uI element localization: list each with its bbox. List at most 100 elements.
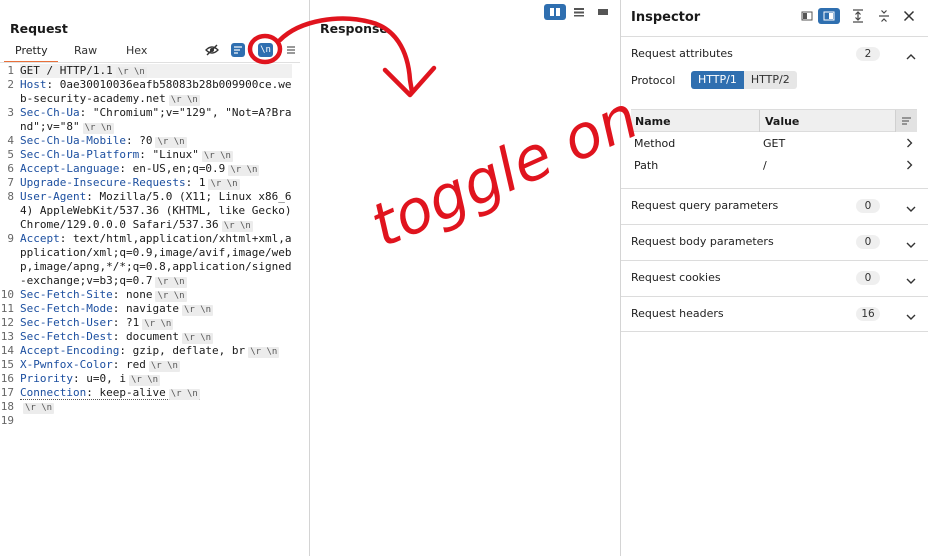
- request-tabs: Pretty Raw Hex: [0, 40, 300, 63]
- crlf-marker: \r \n: [168, 389, 200, 400]
- editor-line[interactable]: 18 \r \n: [0, 400, 308, 414]
- crlf-marker: \r \n: [181, 305, 214, 316]
- chevron-down-icon[interactable]: [906, 238, 916, 252]
- request-query-parameters-section[interactable]: Request query parameters 0: [621, 188, 928, 224]
- line-content: Accept-Language: en-US,en;q=0.9 \r \n: [20, 162, 260, 176]
- editor-line[interactable]: 4 Sec-Ch-Ua-Mobile: ?0 \r \n: [0, 134, 308, 148]
- editor-line[interactable]: 6 Accept-Language: en-US,en;q=0.9 \r \n: [0, 162, 308, 176]
- line-number: 1: [7, 64, 14, 77]
- request-cookies-section[interactable]: Request cookies 0: [621, 260, 928, 296]
- section-count: 16: [856, 307, 880, 321]
- protocol-label: Protocol: [631, 74, 676, 87]
- editor-line[interactable]: 3 Sec-Ch-Ua: "Chromium";v="129", "Not=A?B…: [0, 106, 308, 134]
- line-number: 17: [0, 386, 14, 399]
- section-label[interactable]: Request body parameters: [631, 235, 774, 248]
- editor-line[interactable]: 2 Host: 0ae30010036eafb58083b28b009900ce.…: [0, 78, 308, 106]
- chevron-down-icon[interactable]: [906, 274, 916, 288]
- editor-line[interactable]: 9 Accept: text/html,application/xhtml+xml…: [0, 232, 308, 288]
- section-label[interactable]: Request cookies: [631, 271, 721, 284]
- editor-line[interactable]: 14 Accept-Encoding: gzip, deflate, br \r \…: [0, 344, 308, 358]
- line-content: Sec-Fetch-User: ?1 \r \n: [20, 316, 174, 330]
- hide-eye-icon[interactable]: [205, 43, 219, 57]
- table-row[interactable]: Method GET: [631, 132, 917, 154]
- chevron-up-icon[interactable]: [906, 49, 916, 63]
- chevron-right-icon[interactable]: [906, 138, 913, 151]
- column-value-header: Value: [765, 115, 800, 128]
- editor-line[interactable]: 12 Sec-Fetch-User: ?1 \r \n: [0, 316, 308, 330]
- tabs-divider: [0, 62, 300, 63]
- attribute-value: GET: [763, 137, 786, 150]
- editor-line[interactable]: 11 Sec-Fetch-Mode: navigate \r \n: [0, 302, 308, 316]
- crlf-marker: \r \n: [142, 319, 174, 330]
- line-content: Accept: text/html,application/xhtml+xml,…: [20, 232, 292, 288]
- protocol-http1-button[interactable]: HTTP/1: [691, 71, 744, 89]
- editor-line[interactable]: 19: [0, 414, 308, 428]
- layout-split-columns-button[interactable]: [544, 4, 566, 20]
- editor-line[interactable]: 8 User-Agent: Mozilla/5.0 (X11; Linux x86…: [0, 190, 308, 232]
- request-headers-section[interactable]: Request headers 16: [621, 296, 928, 332]
- editor-line[interactable]: 1 GET / HTTP/1.1 \r \n: [0, 64, 308, 78]
- line-number: 14: [0, 344, 14, 357]
- request-attributes-label[interactable]: Request attributes: [631, 47, 733, 60]
- header-name: Sec-Ch-Ua-Mobile: [20, 134, 126, 147]
- request-editor[interactable]: 1 GET / HTTP/1.1 \r \n 2 Host: 0ae30010036ea…: [0, 64, 308, 428]
- section-label[interactable]: Request query parameters: [631, 199, 778, 212]
- chevron-right-icon[interactable]: [906, 160, 913, 173]
- expand-all-icon[interactable]: [850, 8, 866, 24]
- section-label[interactable]: Request headers: [631, 307, 724, 320]
- layout-tabs-button[interactable]: [592, 4, 614, 20]
- column-name-header: Name: [635, 115, 671, 128]
- line-number: 5: [7, 148, 14, 161]
- editor-line[interactable]: 10 Sec-Fetch-Site: none \r \n: [0, 288, 308, 302]
- header-name: Sec-Fetch-User: [20, 316, 113, 329]
- column-divider: [759, 110, 760, 132]
- tab-hex[interactable]: Hex: [126, 44, 147, 57]
- tab-raw[interactable]: Raw: [74, 44, 97, 57]
- line-content: Upgrade-Insecure-Requests: 1 \r \n: [20, 176, 240, 190]
- attribute-name: Path: [634, 159, 659, 172]
- request-body-parameters-section[interactable]: Request body parameters 0: [621, 224, 928, 260]
- line-number: 7: [7, 176, 14, 189]
- crlf-marker: \r \n: [155, 277, 187, 288]
- filter-icon[interactable]: [895, 110, 917, 132]
- header-name: Upgrade-Insecure-Requests: [20, 176, 186, 189]
- table-row[interactable]: Path /: [631, 154, 917, 176]
- show-newlines-toggle-button[interactable]: \n: [258, 43, 273, 57]
- line-content: Sec-Ch-Ua-Platform: "Linux" \r \n: [20, 148, 233, 162]
- crlf-marker: \r \n: [115, 67, 147, 78]
- header-name: Sec-Ch-Ua-Platform: [20, 148, 140, 161]
- layout-split-rows-button[interactable]: [568, 4, 590, 20]
- tab-pretty[interactable]: Pretty: [15, 44, 48, 57]
- crlf-marker: \r \n: [128, 375, 161, 386]
- line-content: X-Pwnfox-Color: red \r \n: [20, 358, 180, 372]
- chevron-down-icon[interactable]: [906, 310, 916, 324]
- editor-line[interactable]: 7 Upgrade-Insecure-Requests: 1 \r \n: [0, 176, 308, 190]
- protocol-selector: HTTP/1 HTTP/2: [691, 71, 797, 89]
- crlf-marker: \r \n: [181, 333, 214, 344]
- header-name: X-Pwnfox-Color: [20, 358, 113, 371]
- menu-icon[interactable]: [284, 43, 298, 57]
- protocol-http2-button[interactable]: HTTP/2: [743, 71, 797, 89]
- crlf-marker: \r \n: [201, 151, 233, 162]
- editor-line[interactable]: 13 Sec-Fetch-Dest: document \r \n: [0, 330, 308, 344]
- inspector-layout-left-icon[interactable]: [796, 8, 818, 24]
- inspector-layout-right-icon[interactable]: [818, 8, 840, 24]
- line-number: 16: [0, 372, 14, 385]
- editor-line[interactable]: 17 Connection: keep-alive \r \n: [0, 386, 308, 400]
- line-content: Host: 0ae30010036eafb58083b28b009900ce.w…: [20, 78, 292, 106]
- editor-line[interactable]: 16 Priority: u=0, i \r \n: [0, 372, 308, 386]
- attribute-value: /: [763, 159, 767, 172]
- editor-line[interactable]: 15 X-Pwnfox-Color: red \r \n: [0, 358, 308, 372]
- close-icon[interactable]: [901, 8, 917, 24]
- line-number: 12: [0, 316, 14, 329]
- attribute-name: Method: [634, 137, 676, 150]
- request-title: Request: [10, 21, 68, 36]
- wrap-lines-icon[interactable]: [231, 43, 245, 57]
- line-content: User-Agent: Mozilla/5.0 (X11; Linux x86_…: [20, 190, 299, 232]
- line-content: Accept-Encoding: gzip, deflate, br \r \n: [20, 344, 280, 358]
- layout-toggle: [544, 4, 618, 20]
- chevron-down-icon[interactable]: [906, 202, 916, 216]
- section-count: 0: [856, 235, 880, 249]
- editor-line[interactable]: 5 Sec-Ch-Ua-Platform: "Linux" \r \n: [0, 148, 308, 162]
- collapse-all-icon[interactable]: [876, 8, 892, 24]
